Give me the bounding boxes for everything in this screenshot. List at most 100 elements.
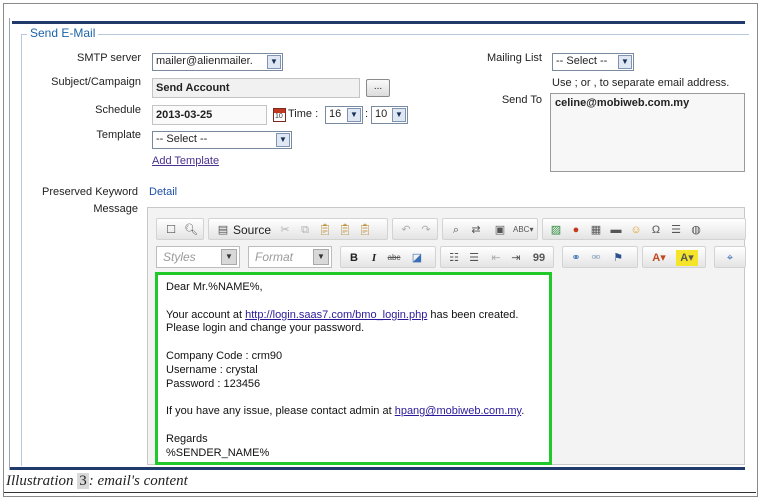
- select-all-icon[interactable]: ▣: [492, 222, 508, 238]
- figure-caption: Illustration 3: email's content: [6, 471, 754, 493]
- special-char-icon[interactable]: Ω: [648, 222, 664, 238]
- mailing-list-select[interactable]: -- Select -- ▼: [552, 53, 634, 71]
- chevron-down-icon: ▼: [313, 249, 329, 265]
- strikethrough-button[interactable]: abc: [386, 250, 402, 266]
- chevron-down-icon: ▼: [221, 249, 237, 265]
- paste-text-icon[interactable]: 📋︎: [337, 222, 353, 238]
- smiley-icon[interactable]: ☺: [628, 222, 644, 238]
- blockquote-button[interactable]: 99: [531, 250, 547, 266]
- indent-icon[interactable]: ⇥: [508, 250, 524, 266]
- account-link[interactable]: http://login.saas7.com/bmo_login.php: [245, 309, 427, 321]
- link-icon[interactable]: ⚭: [568, 250, 584, 266]
- italic-button[interactable]: I: [366, 250, 382, 266]
- issue-email-link[interactable]: hpang@mobiweb.com.my: [395, 405, 522, 417]
- bold-button[interactable]: B: [346, 250, 362, 266]
- toolbar-group-paragraph: ☷ ☰ ⇤ ⇥ 99: [440, 246, 554, 268]
- detail-link[interactable]: Detail: [149, 186, 177, 198]
- top-bar: [12, 21, 745, 24]
- bottom-bar: [10, 467, 745, 470]
- toolbar-group-tools: ⌖: [714, 246, 746, 268]
- account-suffix: has been created.: [427, 308, 519, 321]
- account-prefix: Your account at: [166, 308, 246, 321]
- replace-icon[interactable]: ⇄: [468, 222, 484, 238]
- preserved-keyword-label: Preserved Keyword: [42, 186, 138, 198]
- mailing-list-value: -- Select --: [556, 55, 608, 67]
- find-icon[interactable]: ⌕: [448, 222, 464, 238]
- chevron-down-icon: ▼: [276, 133, 290, 147]
- greeting-line: Dear Mr.%NAME%,: [166, 281, 263, 293]
- schedule-label: Schedule: [95, 104, 141, 116]
- password-line: Password : 123456: [166, 377, 261, 390]
- numbered-list-icon[interactable]: ☷: [446, 250, 462, 266]
- send-to-textarea[interactable]: celine@mobiweb.com.my: [550, 93, 745, 172]
- time-label: Time :: [288, 108, 319, 120]
- spellcheck-icon[interactable]: ABC▾: [513, 222, 533, 238]
- source-icon[interactable]: ▤: [215, 222, 231, 238]
- editor-toolbar-row-2: Styles ▼ Format ▼ B I abc ◪ ☷ ☰ ⇤ ⇥ 99 ⚭: [156, 246, 746, 268]
- template-value: -- Select --: [156, 133, 208, 145]
- bulleted-list-icon[interactable]: ☰: [466, 250, 482, 266]
- remove-format-icon[interactable]: ◪: [409, 250, 425, 266]
- send-to-label: Send To: [501, 94, 542, 106]
- chevron-down-icon: ▼: [347, 108, 361, 122]
- subject-browse-button[interactable]: ...: [366, 79, 390, 97]
- styles-combo[interactable]: Styles ▼: [156, 246, 240, 268]
- minute-select[interactable]: 10 ▼: [371, 106, 408, 124]
- styles-placeholder: Styles: [163, 250, 196, 264]
- smtp-select[interactable]: mailer@alienmailer. ▼: [152, 53, 283, 71]
- toolbar-group-basicstyles: B I abc ◪: [340, 246, 436, 268]
- new-page-icon[interactable]: ☐: [163, 222, 179, 238]
- chevron-down-icon: ▼: [392, 108, 406, 122]
- horizontal-rule-icon[interactable]: ▬: [608, 222, 624, 238]
- schedule-date-input[interactable]: 2013-03-25: [152, 105, 267, 125]
- format-combo[interactable]: Format ▼: [248, 246, 332, 268]
- outdent-icon[interactable]: ⇤: [488, 250, 504, 266]
- caption-suffix: : email's content: [88, 473, 188, 489]
- flash-icon[interactable]: ●: [568, 222, 584, 238]
- text-color-icon[interactable]: A▾: [648, 250, 670, 266]
- format-placeholder: Format: [255, 250, 294, 264]
- maximize-icon[interactable]: ⌖: [722, 250, 738, 266]
- document-frame: Send E-Mail SMTP server mailer@alienmail…: [0, 0, 761, 503]
- subject-input[interactable]: Send Account: [152, 78, 360, 98]
- calendar-icon[interactable]: 10: [273, 108, 286, 122]
- toolbar-group-links: ⚭ ⚮ ⚑: [562, 246, 638, 268]
- smtp-label: SMTP server: [77, 52, 141, 64]
- subject-label: Subject/Campaign: [51, 76, 141, 88]
- paste-word-icon[interactable]: 📋︎: [357, 222, 373, 238]
- send-to-hint: Use ; or , to separate email address.: [552, 77, 730, 89]
- paste-icon[interactable]: 📋︎: [317, 222, 333, 238]
- table-icon[interactable]: ▦: [588, 222, 604, 238]
- unlink-icon[interactable]: ⚮: [588, 250, 604, 266]
- copy-icon[interactable]: ⧉: [297, 222, 313, 238]
- undo-icon[interactable]: ↶: [398, 222, 414, 238]
- message-content[interactable]: Dear Mr.%NAME%, Your account at http://l…: [155, 272, 552, 465]
- anchor-flag-icon[interactable]: ⚑: [610, 250, 626, 266]
- image-icon[interactable]: ▨: [548, 222, 564, 238]
- issue-line: If you have any issue, please contact ad…: [166, 405, 541, 419]
- source-button[interactable]: Source: [233, 222, 271, 238]
- toolbar-group-clipboard: ▤ Source ✂ ⧉ 📋︎ 📋︎ 📋︎: [208, 218, 388, 240]
- toolbar-group-colors: A▾ A▾: [642, 246, 706, 268]
- toolbar-group-find: ⌕ ⇄ ▣ ABC▾: [442, 218, 538, 240]
- hour-select[interactable]: 16 ▼: [325, 106, 363, 124]
- editor-toolbar-row-1: ☐ 🔍︎ ▤ Source ✂ ⧉ 📋︎ 📋︎ 📋︎ ↶ ↷ ⌕ ⇄ ▣ ABC…: [156, 218, 746, 240]
- username-line: Username : crystal: [166, 363, 258, 376]
- redo-icon[interactable]: ↷: [418, 222, 434, 238]
- chevron-down-icon: ▼: [618, 55, 632, 69]
- time-separator: :: [365, 108, 369, 120]
- left-rule: [9, 18, 10, 470]
- iframe-icon[interactable]: ◍: [688, 222, 704, 238]
- page-break-icon[interactable]: ☰: [668, 222, 684, 238]
- add-template-link[interactable]: Add Template: [152, 155, 219, 167]
- preview-icon[interactable]: 🔍︎: [183, 222, 199, 238]
- toolbar-group-history: ↶ ↷: [392, 218, 438, 240]
- caption-number: 3: [77, 473, 89, 489]
- minute-value: 10: [375, 108, 388, 120]
- cut-icon[interactable]: ✂: [277, 222, 293, 238]
- caption-rule: [4, 492, 756, 493]
- section-title: Send E-Mail: [27, 26, 99, 40]
- template-select[interactable]: -- Select -- ▼: [152, 131, 292, 149]
- chevron-down-icon: ▼: [267, 55, 281, 69]
- background-color-icon[interactable]: A▾: [676, 250, 698, 266]
